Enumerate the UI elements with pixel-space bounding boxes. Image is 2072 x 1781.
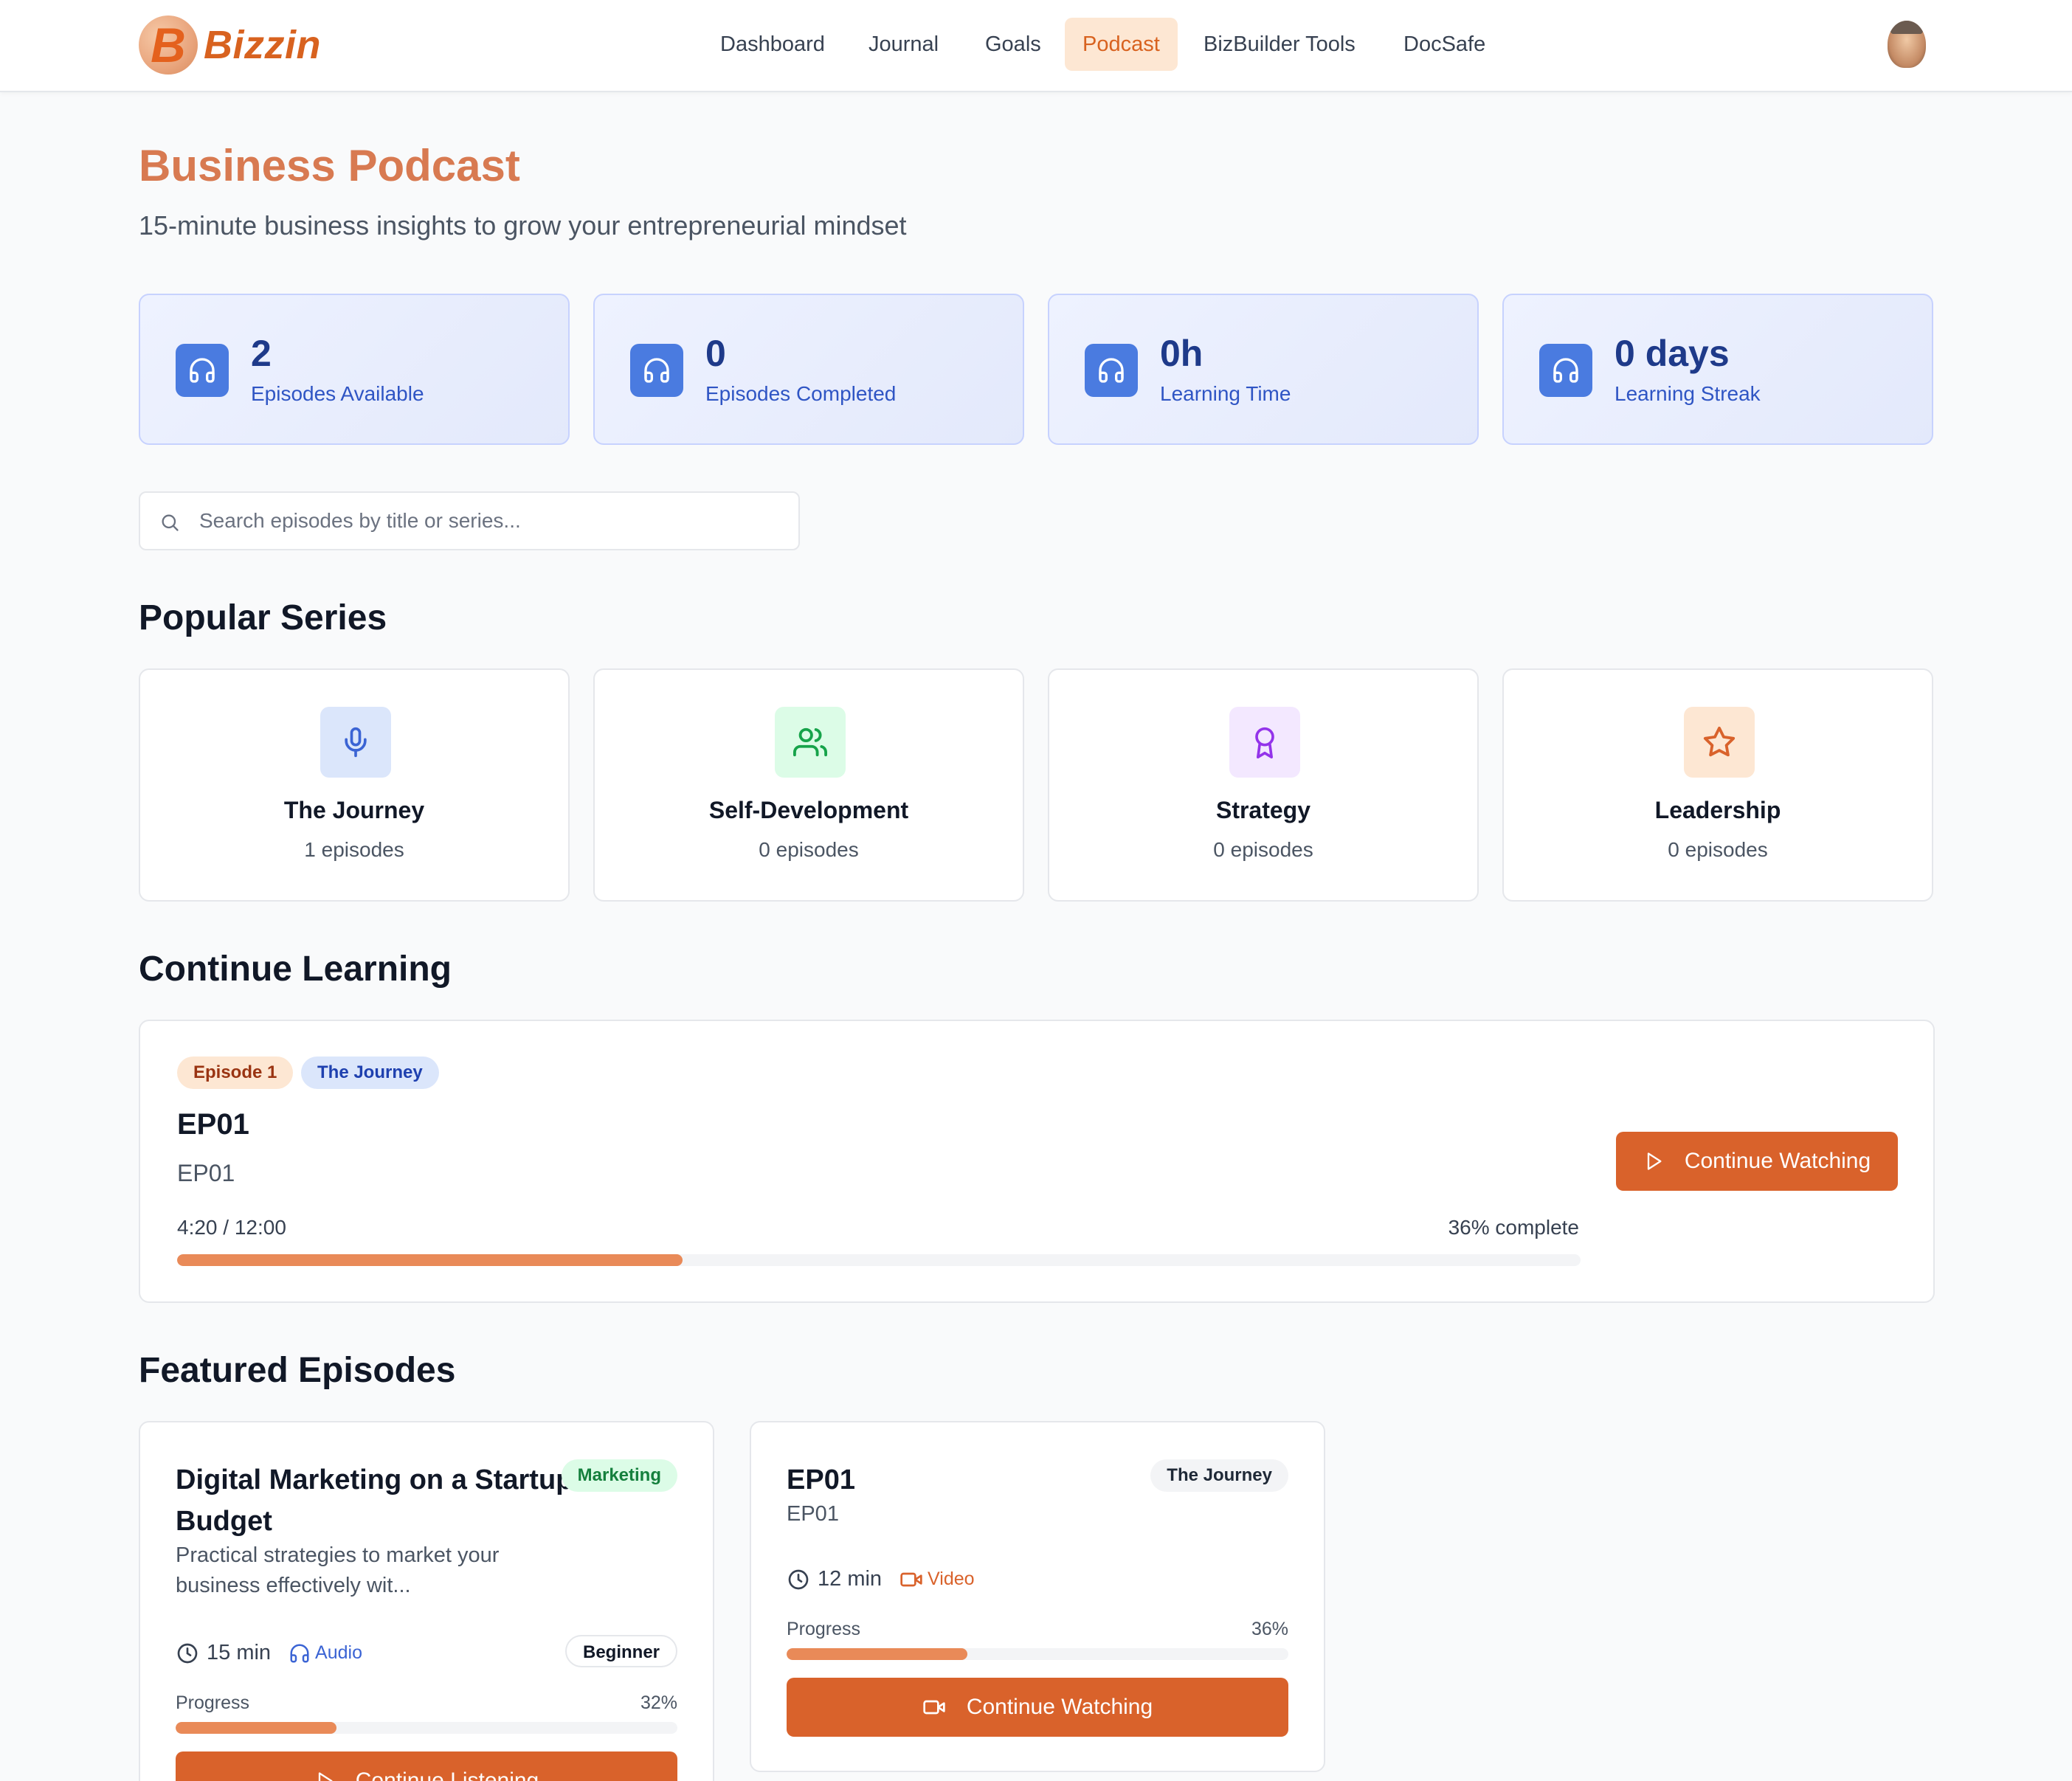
stat-label: Episodes Available [251, 382, 424, 405]
stat-learning-streak: 0 days Learning Streak [1502, 294, 1933, 445]
stat-episodes-available: 2 Episodes Available [139, 294, 570, 445]
completion-percent: 36% complete [1448, 1216, 1579, 1239]
episode-meta: 12 min Video [787, 1567, 975, 1591]
stat-episodes-completed: 0 Episodes Completed [593, 294, 1024, 445]
series-name: Strategy [1215, 797, 1311, 823]
page-subtitle: 15-minute business insights to grow your… [139, 210, 907, 241]
play-icon [1647, 1152, 1662, 1170]
headphones-icon [1539, 344, 1592, 397]
media-type: Audio [289, 1642, 362, 1664]
stat-label: Learning Time [1160, 382, 1291, 405]
featured-episodes-heading: Featured Episodes [139, 1351, 456, 1390]
progress-bar [176, 1722, 677, 1734]
episode-duration: 12 min [818, 1567, 883, 1591]
button-label: Continue Watching [1684, 1149, 1871, 1173]
series-name: Leadership [1654, 797, 1781, 823]
media-type: Video [899, 1568, 975, 1591]
progress-fill [176, 1722, 336, 1734]
stat-value: 0 days [1615, 333, 1730, 374]
search-box[interactable] [139, 491, 800, 550]
progress-bar [177, 1254, 1581, 1266]
level-badge: Beginner [564, 1635, 677, 1667]
progress-label: Progress [176, 1692, 250, 1713]
featured-episode-card[interactable]: Digital Marketing on a Startup Budget Ma… [139, 1421, 714, 1781]
nav-docsafe[interactable]: DocSafe [1386, 18, 1503, 71]
progress-percent: 32% [640, 1692, 677, 1713]
episode-description: Practical strategies to market your [176, 1543, 500, 1567]
media-type-label: Video [928, 1569, 975, 1589]
episode-meta: 15 min Audio [176, 1641, 362, 1665]
series-name: The Journey [283, 797, 425, 823]
page-title: Business Podcast [139, 141, 520, 190]
episode-description: business effectively wit... [176, 1574, 411, 1597]
stat-value: 0h [1160, 333, 1204, 374]
microphone-icon [320, 707, 391, 778]
play-icon [318, 1772, 333, 1781]
nav-podcast[interactable]: Podcast [1065, 18, 1178, 71]
nav-goals[interactable]: Goals [967, 18, 1059, 71]
series-episode-count: 0 episodes [1213, 838, 1313, 861]
star-icon [1684, 707, 1755, 778]
button-label: Continue Listening [355, 1768, 539, 1781]
episode-subtitle: EP01 [787, 1502, 839, 1526]
stat-value: 0 [705, 333, 726, 374]
headphones-icon [290, 1644, 309, 1662]
continue-watching-button[interactable]: Continue Watching [1616, 1132, 1898, 1191]
popular-series-heading: Popular Series [139, 598, 387, 637]
search-input[interactable] [199, 493, 782, 549]
stat-value: 2 [251, 333, 272, 374]
headphones-icon [176, 344, 229, 397]
episode-title: EP01 [787, 1464, 855, 1495]
stat-learning-time: 0h Learning Time [1048, 294, 1479, 445]
media-type-label: Audio [315, 1642, 362, 1663]
clock-icon [177, 1643, 198, 1663]
playback-time: 4:20 / 12:00 [177, 1216, 286, 1239]
headphones-icon [630, 344, 683, 397]
award-icon [1229, 707, 1300, 778]
continue-learning-heading: Continue Learning [139, 950, 452, 989]
featured-episode-card[interactable]: EP01 The Journey EP01 12 min Video Progr… [750, 1421, 1325, 1772]
nav-journal[interactable]: Journal [851, 18, 956, 71]
series-card-strategy[interactable]: Strategy 0 episodes [1048, 668, 1479, 902]
progress-fill [177, 1254, 683, 1266]
continue-learning-card: Episode 1 The Journey EP01 EP01 4:20 / 1… [139, 1020, 1935, 1303]
stat-label: Episodes Completed [705, 382, 897, 405]
search-icon [159, 512, 180, 533]
category-tag: Marketing [561, 1459, 677, 1492]
series-episode-count: 0 episodes [1668, 838, 1768, 861]
top-navigation-bar: B Bizzin Dashboard Journal Goals Podcast… [0, 0, 2072, 92]
series-card-leadership[interactable]: Leadership 0 episodes [1502, 668, 1933, 902]
headphones-icon [1085, 344, 1138, 397]
users-icon [775, 707, 846, 778]
episode-badge: Episode 1 [177, 1057, 294, 1089]
nav-bizbuilder-tools[interactable]: BizBuilder Tools [1186, 18, 1373, 71]
user-avatar[interactable] [1888, 21, 1926, 68]
video-icon [923, 1700, 945, 1715]
episode-title-line: Budget [176, 1506, 272, 1537]
main-nav: Dashboard Journal Goals Podcast BizBuild… [0, 18, 2072, 71]
continue-watching-button[interactable]: Continue Watching [787, 1678, 1288, 1737]
progress-bar [787, 1648, 1288, 1660]
progress-label: Progress [787, 1619, 861, 1639]
series-badge: The Journey [301, 1057, 439, 1089]
nav-dashboard[interactable]: Dashboard [702, 18, 843, 71]
series-name: Self-Development [708, 797, 909, 823]
button-label: Continue Watching [966, 1695, 1153, 1719]
episode-title: EP01 [177, 1108, 249, 1141]
stat-label: Learning Streak [1615, 382, 1761, 405]
progress-percent: 36% [1251, 1619, 1288, 1639]
series-card-self-development[interactable]: Self-Development 0 episodes [593, 668, 1024, 902]
episode-duration: 15 min [207, 1641, 272, 1664]
episode-subtitle: EP01 [177, 1160, 235, 1186]
video-icon [900, 1572, 922, 1586]
series-episode-count: 0 episodes [759, 838, 859, 861]
series-tag: The Journey [1150, 1459, 1288, 1492]
series-episode-count: 1 episodes [304, 838, 404, 861]
series-card-the-journey[interactable]: The Journey 1 episodes [139, 668, 570, 902]
episode-title-line: Digital Marketing on a Startup [176, 1464, 573, 1495]
continue-listening-button[interactable]: Continue Listening [176, 1751, 677, 1781]
progress-fill [787, 1648, 967, 1660]
clock-icon [788, 1569, 809, 1589]
